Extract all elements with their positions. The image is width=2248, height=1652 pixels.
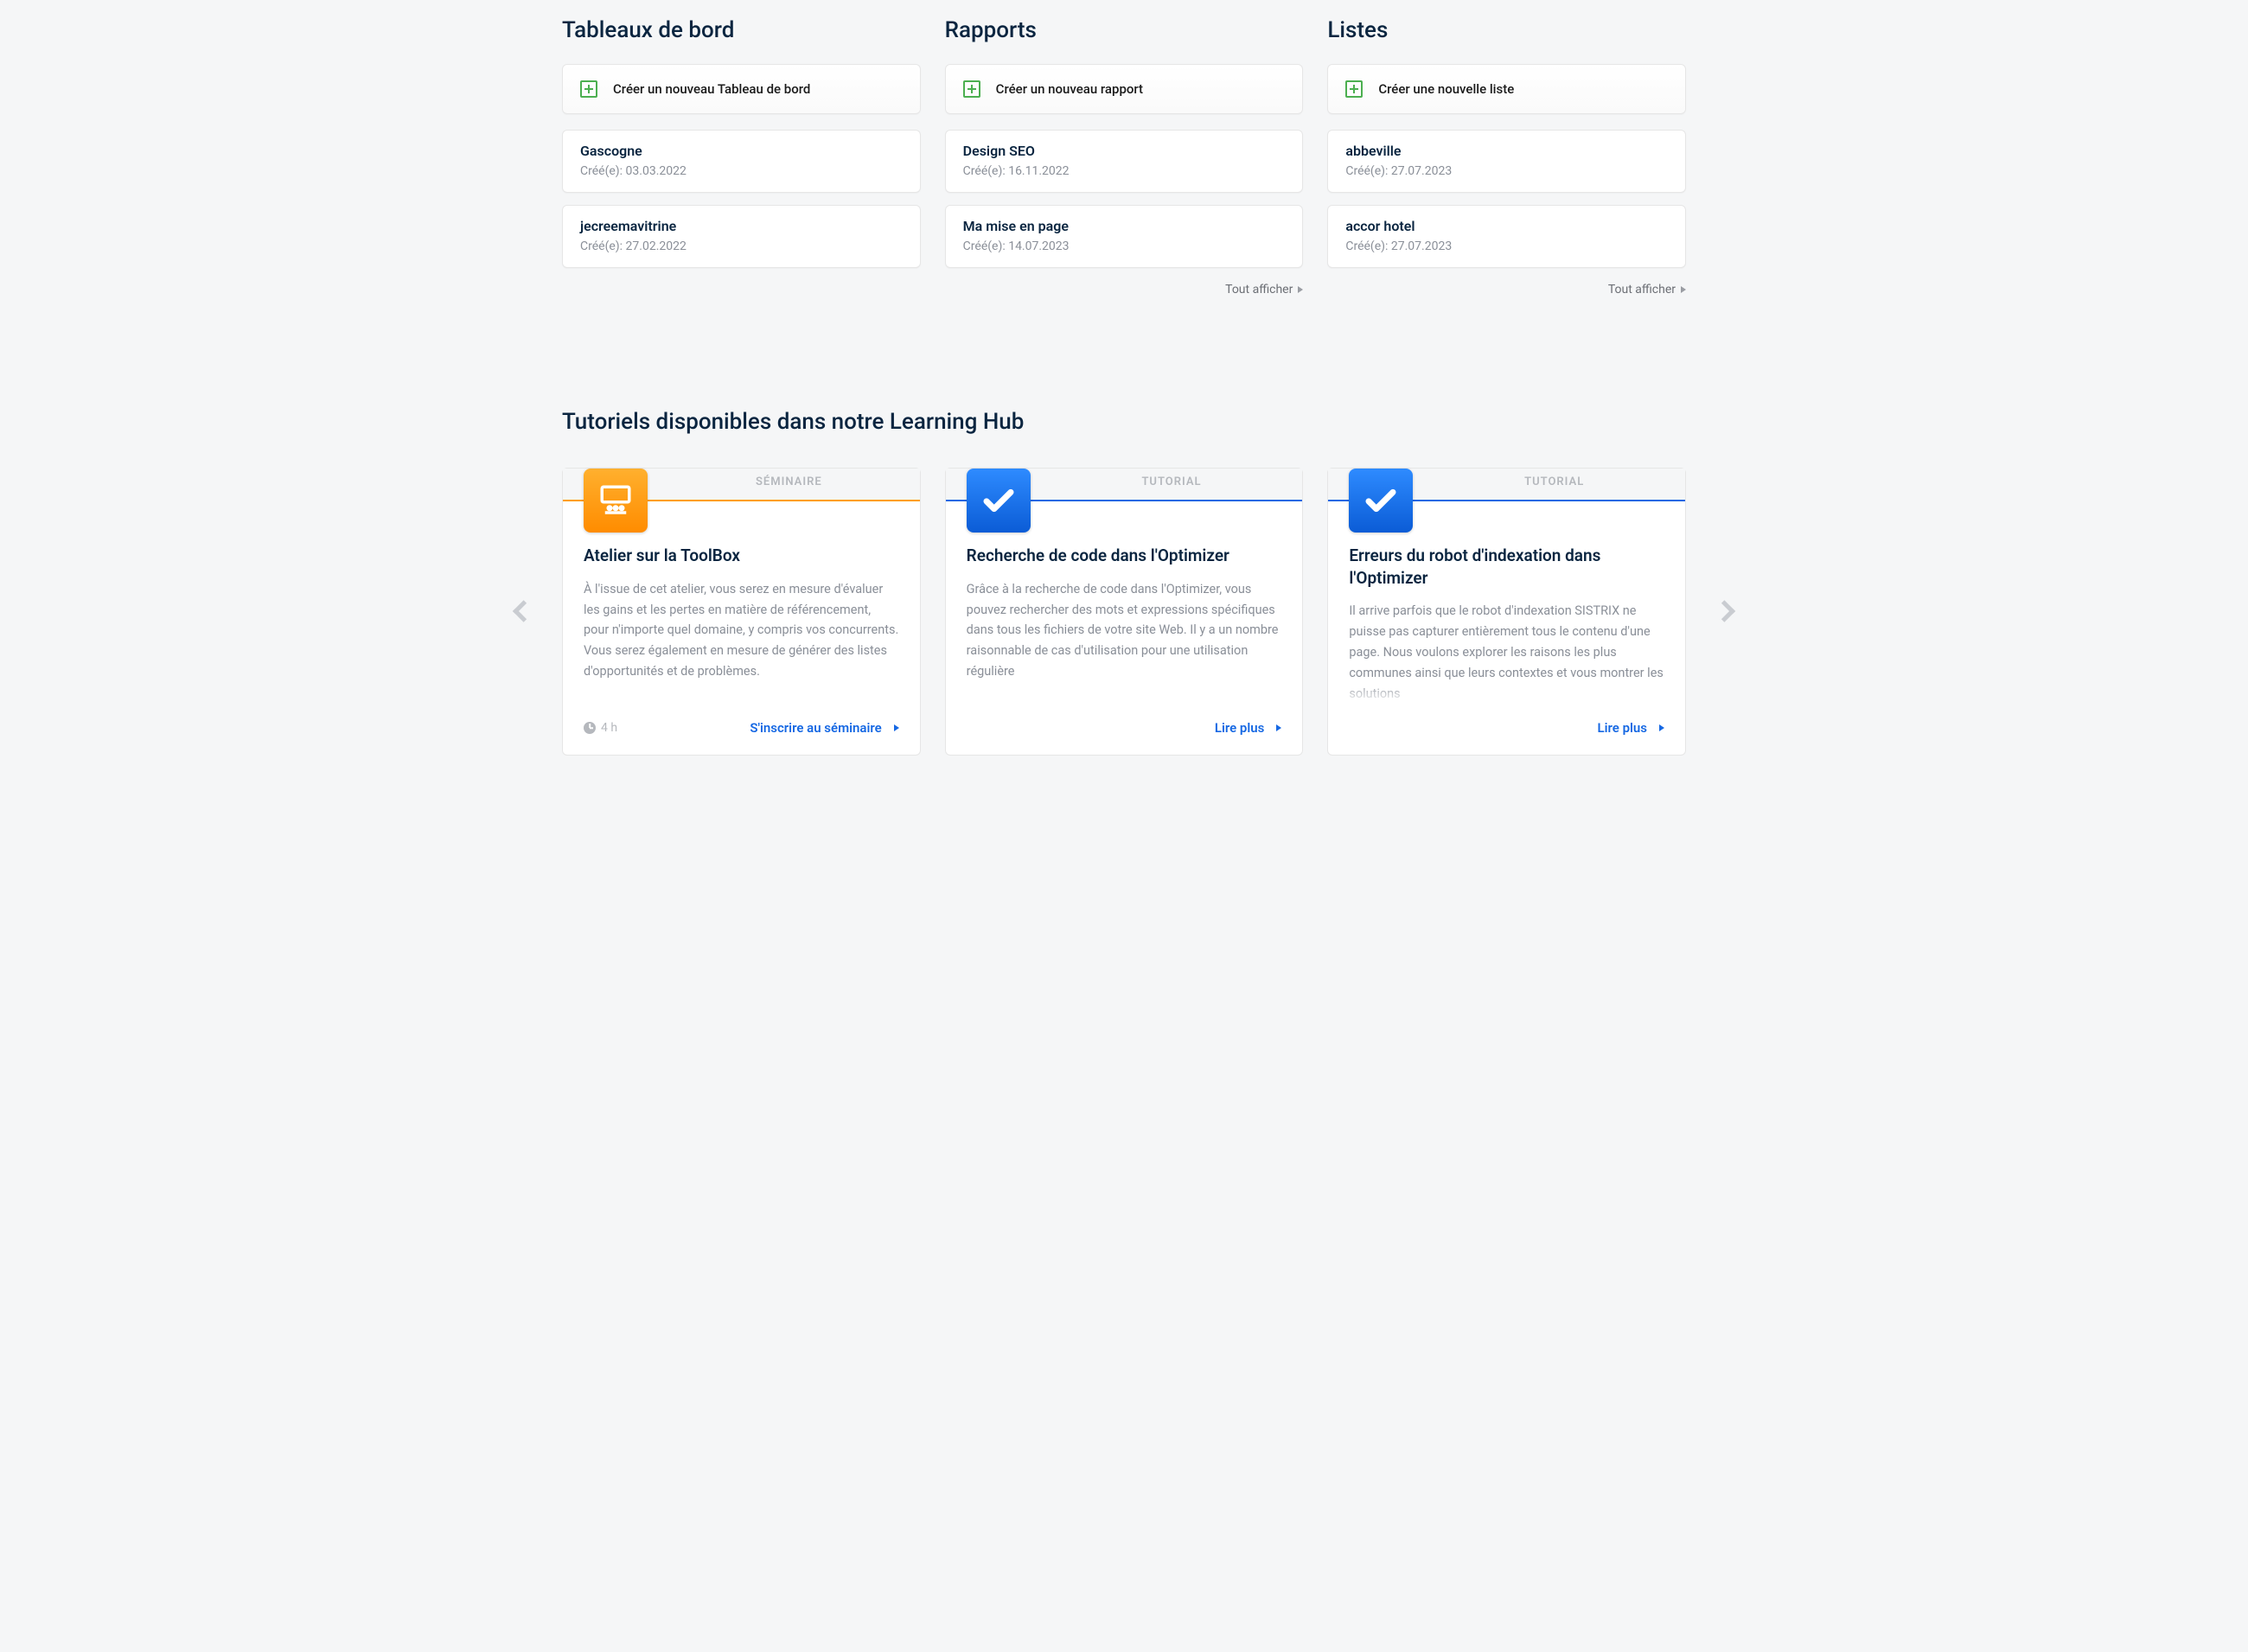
tutorial-title: Erreurs du robot d'indexation dans l'Opt… <box>1349 545 1664 589</box>
tutorial-card[interactable]: TUTORIAL Erreurs du robot d'indexation da… <box>1327 468 1686 756</box>
cta-label: S'inscrire au séminaire <box>750 720 881 736</box>
item-title: accor hotel <box>1345 218 1668 234</box>
carousel-next-button[interactable] <box>1708 592 1747 630</box>
item-title: Ma mise en page <box>963 218 1286 234</box>
caret-right-icon <box>1298 286 1303 293</box>
duration-label: 4 h <box>601 721 617 735</box>
tutorial-card[interactable]: TUTORIAL Recherche de code dans l'Optimiz… <box>945 468 1304 756</box>
tutorial-cta-link[interactable]: Lire plus <box>1215 720 1281 736</box>
list-item[interactable]: accor hotel Créé(e): 27.07.2023 <box>1327 205 1686 268</box>
list-item[interactable]: jecreemavitrine Créé(e): 27.02.2022 <box>562 205 921 268</box>
show-all-link[interactable]: Tout afficher <box>1225 283 1303 297</box>
tutorial-description: Grâce à la recherche de code dans l'Opti… <box>967 579 1282 705</box>
learning-hub-title: Tutoriels disponibles dans notre Learnin… <box>562 409 1686 435</box>
seminar-badge-icon <box>584 469 648 533</box>
item-meta: Créé(e): 27.07.2023 <box>1345 239 1668 253</box>
tutorial-badge-icon <box>967 469 1031 533</box>
section-title: Listes <box>1327 17 1686 43</box>
item-title: abbeville <box>1345 143 1668 159</box>
section-title: Rapports <box>945 17 1304 43</box>
item-meta: Créé(e): 03.03.2022 <box>580 164 903 178</box>
item-meta: Créé(e): 14.07.2023 <box>963 239 1286 253</box>
plus-icon <box>580 80 597 98</box>
clock-icon <box>584 722 596 734</box>
tutorial-title: Atelier sur la ToolBox <box>584 545 899 567</box>
card-type-label: TUTORIAL <box>1423 475 1685 488</box>
caret-right-icon <box>1681 286 1686 293</box>
cta-label: Lire plus <box>1598 720 1647 736</box>
tutorial-title: Recherche de code dans l'Optimizer <box>967 545 1282 567</box>
carousel-prev-button[interactable] <box>501 592 540 630</box>
chevron-left-icon <box>513 601 534 622</box>
item-title: Design SEO <box>963 143 1286 159</box>
card-type-label: TUTORIAL <box>1041 475 1303 488</box>
tutorial-cta-link[interactable]: Lire plus <box>1598 720 1664 736</box>
create-label: Créer un nouveau Tableau de bord <box>613 81 810 97</box>
tutorial-cta-link[interactable]: S'inscrire au séminaire <box>750 720 898 736</box>
tutorial-description: Il arrive parfois que le robot d'indexat… <box>1349 601 1664 705</box>
chevron-right-icon <box>1714 601 1735 622</box>
section-title: Tableaux de bord <box>562 17 921 43</box>
item-title: Gascogne <box>580 143 903 159</box>
create-button[interactable]: Créer une nouvelle liste <box>1327 64 1686 114</box>
caret-right-icon <box>894 724 899 731</box>
caret-right-icon <box>1276 724 1281 731</box>
plus-icon <box>1345 80 1363 98</box>
plus-icon <box>963 80 980 98</box>
create-button[interactable]: Créer un nouveau Tableau de bord <box>562 64 921 114</box>
item-meta: Créé(e): 27.07.2023 <box>1345 164 1668 178</box>
show-all-label: Tout afficher <box>1225 283 1293 297</box>
item-meta: Créé(e): 27.02.2022 <box>580 239 903 253</box>
create-label: Créer une nouvelle liste <box>1378 81 1514 97</box>
create-label: Créer un nouveau rapport <box>996 81 1143 97</box>
item-title: jecreemavitrine <box>580 218 903 234</box>
card-type-label: SÉMINAIRE <box>658 475 920 488</box>
tutorial-card[interactable]: SÉMINAIRE Atelier sur la ToolBox À l'issue… <box>562 468 921 756</box>
list-item[interactable]: Design SEO Créé(e): 16.11.2022 <box>945 130 1304 193</box>
item-meta: Créé(e): 16.11.2022 <box>963 164 1286 178</box>
list-item[interactable]: abbeville Créé(e): 27.07.2023 <box>1327 130 1686 193</box>
tutorial-badge-icon <box>1349 469 1413 533</box>
tutorial-description: À l'issue de cet atelier, vous serez en … <box>584 579 899 705</box>
cta-label: Lire plus <box>1215 720 1264 736</box>
create-button[interactable]: Créer un nouveau rapport <box>945 64 1304 114</box>
show-all-label: Tout afficher <box>1608 283 1676 297</box>
caret-right-icon <box>1659 724 1664 731</box>
show-all-link[interactable]: Tout afficher <box>1608 283 1686 297</box>
list-item[interactable]: Ma mise en page Créé(e): 14.07.2023 <box>945 205 1304 268</box>
list-item[interactable]: Gascogne Créé(e): 03.03.2022 <box>562 130 921 193</box>
